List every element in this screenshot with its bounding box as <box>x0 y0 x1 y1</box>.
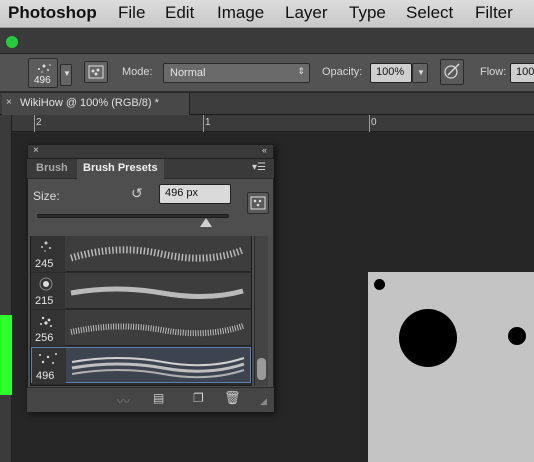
brush-stroke-preview <box>70 323 244 337</box>
brush-stroke-preview <box>71 357 245 379</box>
zoom-window-button[interactable] <box>6 36 18 48</box>
ruler-label: 0 <box>371 117 377 128</box>
brush-stroke-preview <box>69 246 245 262</box>
painted-dot <box>508 327 526 345</box>
brush-tip-icon <box>39 277 53 291</box>
brush-size-label: 245 <box>35 258 54 270</box>
brush-tip-thumbnail: 215 <box>31 273 65 309</box>
panel-bottom-bar: 〰 ▤ ❐ 🗑 ◢ <box>27 387 274 412</box>
menu-filter[interactable]: Filter <box>475 3 513 23</box>
close-icon[interactable]: × <box>33 145 39 156</box>
window-title-strip <box>0 28 534 54</box>
opacity-dropdown[interactable]: ▼ <box>412 63 428 83</box>
brush-tip-icon <box>40 316 52 327</box>
ruler-tick <box>369 115 370 132</box>
mode-label: Mode: <box>122 66 153 78</box>
resize-grip-icon[interactable]: ◢ <box>260 396 267 407</box>
collapse-icon[interactable]: « <box>262 145 267 155</box>
tab-brush[interactable]: Brush <box>30 159 74 179</box>
menu-edit[interactable]: Edit <box>165 3 194 23</box>
brush-tip-icon <box>41 241 51 252</box>
document-tab-title: WikiHow @ 100% (RGB/8) * <box>20 97 159 109</box>
flow-label: Flow: <box>480 66 507 78</box>
menu-select[interactable]: Select <box>406 3 453 23</box>
new-preset-icon <box>250 196 266 210</box>
size-input[interactable]: 496 px <box>159 184 231 204</box>
updown-arrows-icon: ⇕ <box>297 66 305 76</box>
vertical-ruler <box>0 115 12 462</box>
brush-preset-picker[interactable]: 496 <box>28 58 58 88</box>
menu-photoshop[interactable]: Photoshop <box>8 3 97 23</box>
brush-tip-icon <box>38 64 51 73</box>
scrollbar-thumb[interactable] <box>257 358 266 380</box>
mode-select[interactable]: Normal ⇕ <box>163 63 310 83</box>
menu-bar: Photoshop File Edit Image Layer Type Sel… <box>0 0 534 28</box>
tab-brush-presets[interactable]: Brush Presets <box>77 159 164 179</box>
trash-icon[interactable]: 🗑 <box>224 390 241 406</box>
brush-size-label: 215 <box>35 295 54 307</box>
toggle-brush-panel-button[interactable] <box>84 61 108 83</box>
tool-preset-arrow <box>6 70 12 76</box>
brush-tip-thumbnail: 256 <box>31 310 65 346</box>
brush-stroke-preview <box>70 286 244 300</box>
document-canvas[interactable] <box>368 272 534 462</box>
list-item-selected[interactable]: 496 <box>31 347 251 384</box>
brush-panel-icon <box>88 65 104 79</box>
size-label: Size: <box>33 189 60 203</box>
chevron-down-icon: ▼ <box>63 69 71 78</box>
brush-tip-icon <box>39 353 57 364</box>
panel-menu-icon[interactable]: ▾☰ <box>252 162 266 173</box>
pen-pressure-icon <box>444 63 460 79</box>
flow-field[interactable]: 100 <box>510 63 534 83</box>
new-preset-icon[interactable]: ❐ <box>193 391 204 405</box>
opacity-field[interactable]: 100% <box>370 63 412 83</box>
options-bar: 496 ▼ Mode: Normal ⇕ Opacity: 100% ▼ Flo… <box>0 54 534 92</box>
toggle-brush-panel-icon[interactable]: 〰 <box>117 391 130 410</box>
painted-dot <box>399 309 457 367</box>
create-new-preset-button[interactable] <box>247 192 269 214</box>
menu-file[interactable]: File <box>118 3 145 23</box>
ruler-tick <box>203 115 204 132</box>
brush-tip-thumbnail: 496 <box>32 348 66 384</box>
brush-preset-dropdown[interactable]: ▼ <box>60 64 72 86</box>
brush-tip-thumbnail: 245 <box>31 236 65 272</box>
panel-header: × « <box>27 144 274 159</box>
brush-preset-view-icon[interactable]: ▤ <box>153 391 164 405</box>
size-slider-thumb[interactable] <box>199 218 212 227</box>
list-item[interactable]: 256 <box>31 310 251 346</box>
opacity-label: Opacity: <box>322 66 363 78</box>
brush-size-label: 256 <box>35 332 54 344</box>
painted-dot <box>374 279 385 290</box>
brush-size-label: 496 <box>36 370 55 382</box>
canvas-green-stripe <box>0 315 12 395</box>
ruler-label: 1 <box>205 117 211 128</box>
brush-size-readout: 496 <box>34 75 51 86</box>
ruler-label: 2 <box>36 117 42 128</box>
menu-image[interactable]: Image <box>217 3 264 23</box>
reset-size-icon[interactable]: ↺ <box>131 185 143 202</box>
horizontal-ruler: 2 1 0 <box>12 115 534 132</box>
document-tab[interactable]: × WikiHow @ 100% (RGB/8) * <box>2 93 190 115</box>
list-item[interactable]: 245 <box>31 236 251 272</box>
menu-layer[interactable]: Layer <box>285 3 328 23</box>
list-item[interactable]: 215 <box>31 273 251 309</box>
menu-type[interactable]: Type <box>349 3 386 23</box>
mode-select-value: Normal <box>170 67 206 79</box>
chevron-down-icon: ▼ <box>417 68 425 77</box>
ruler-tick <box>34 115 35 132</box>
pressure-opacity-button[interactable] <box>440 59 464 85</box>
close-icon[interactable]: × <box>6 97 12 108</box>
